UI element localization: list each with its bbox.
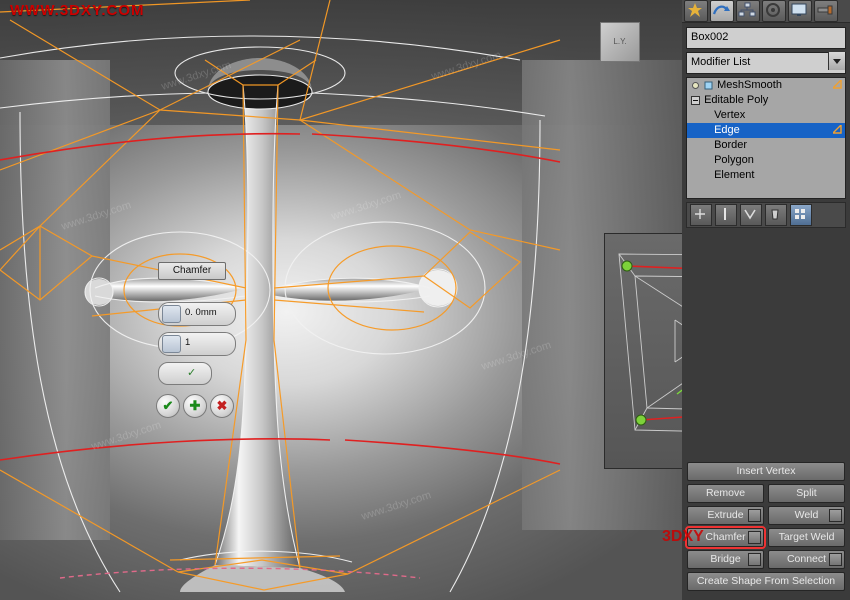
chamfer-open-toggle[interactable]: ✓ — [158, 362, 212, 385]
app-root: L.Y. WWW.3DXY.COM www.3dxy.com www.3dxy.… — [0, 0, 850, 600]
chamfer-settings-icon[interactable] — [748, 531, 761, 544]
chamfer-segments-value: 1 — [185, 337, 191, 348]
target-weld-label: Target Weld — [778, 531, 835, 543]
perspective-viewport[interactable]: L.Y. WWW.3DXY.COM www.3dxy.com www.3dxy.… — [0, 0, 682, 600]
extrude-label: Extrude — [707, 509, 744, 521]
extrude-weld-row: Extrude Weld — [687, 506, 845, 525]
stack-item-label: Vertex — [714, 109, 746, 121]
create-shape-from-selection-button[interactable]: Create Shape From Selection — [687, 572, 845, 591]
chamfer-segments-field[interactable]: 1 — [158, 332, 236, 356]
caddy-cancel-button[interactable]: ✖ — [210, 394, 234, 418]
meshsmooth-icon — [704, 78, 714, 93]
stack-subobject-border[interactable]: Border — [687, 138, 845, 153]
create-tab[interactable] — [684, 0, 708, 22]
caddy-apply-button[interactable]: ✚ — [183, 394, 207, 418]
stack-item-editable-poly[interactable]: Editable Poly — [687, 93, 845, 108]
chamfer-caddy[interactable]: Chamfer 0. 0mm 1 ✓ ✔ ✚ ✖ — [150, 262, 236, 422]
extrude-settings-icon[interactable] — [748, 509, 761, 522]
split-button[interactable]: Split — [768, 484, 845, 503]
model-wireframe — [0, 0, 561, 593]
configure-modifier-sets-button[interactable] — [790, 204, 812, 226]
stack-item-label: Editable Poly — [704, 94, 769, 106]
stack-toolbar[interactable] — [686, 202, 846, 228]
stack-subobject-polygon[interactable]: Polygon — [687, 153, 845, 168]
show-end-result-button[interactable] — [715, 204, 737, 226]
watermark-bottom: 3DXY — [662, 528, 704, 545]
caddy-title: Chamfer — [158, 262, 226, 280]
command-panel: Box002 Modifier List MeshSmooth Editable… — [682, 0, 850, 600]
caddy-ok-button[interactable]: ✔ — [156, 394, 180, 418]
stack-light-icon[interactable] — [691, 78, 701, 93]
modify-tab[interactable] — [710, 0, 734, 22]
weld-settings-icon[interactable] — [829, 509, 842, 522]
motion-tab[interactable] — [762, 0, 786, 22]
chamfer-amount-field[interactable]: 0. 0mm — [158, 302, 236, 326]
chamfer-label: Chamfer — [705, 531, 746, 543]
caddy-cancel-icon: ✖ — [216, 398, 228, 413]
amount-icon — [162, 305, 181, 323]
stack-subobject-element[interactable]: Element — [687, 168, 845, 183]
bridge-settings-icon[interactable] — [748, 553, 761, 566]
stack-item-label: Polygon — [714, 154, 754, 166]
open-smooth-check-icon: ✓ — [187, 367, 197, 379]
insert-vertex-row: Insert Vertex — [687, 462, 845, 481]
stack-item-label: Border — [714, 139, 748, 151]
remove-modifier-button[interactable] — [765, 204, 787, 226]
stack-item-label: Edge — [714, 124, 740, 136]
bridge-connect-row: Bridge Connect — [687, 550, 845, 569]
remove-button[interactable]: Remove — [687, 484, 764, 503]
remove-split-row: Remove Split — [687, 484, 845, 503]
pin-stack-button[interactable] — [690, 204, 712, 226]
chevron-down-icon[interactable] — [828, 52, 845, 70]
connect-button[interactable]: Connect — [768, 550, 845, 569]
caddy-ok-icon: ✔ — [162, 398, 174, 413]
chamfer-targetweld-row: Chamfer Target Weld — [685, 526, 845, 549]
modifier-stack[interactable]: MeshSmooth Editable Poly Vertex Edge Bor… — [686, 77, 846, 199]
create-shape-row: Create Shape From Selection — [687, 572, 845, 591]
stack-item-label: Element — [714, 169, 755, 181]
caddy-apply-icon: ✚ — [189, 398, 201, 413]
modifier-list-label: Modifier List — [691, 56, 751, 68]
insert-vertex-button[interactable]: Insert Vertex — [687, 462, 845, 481]
stack-item-meshsmooth[interactable]: MeshSmooth — [687, 78, 845, 93]
command-panel-tabbar[interactable] — [682, 0, 850, 23]
object-name-field[interactable]: Box002 — [686, 27, 846, 49]
chamfer-amount-value: 0. 0mm — [185, 307, 217, 318]
bridge-label: Bridge — [710, 553, 741, 565]
viewcube-icon[interactable]: L.Y. — [600, 22, 640, 62]
weld-label: Weld — [794, 509, 819, 521]
stack-subobject-vertex[interactable]: Vertex — [687, 108, 845, 123]
bridge-button[interactable]: Bridge — [687, 550, 764, 569]
target-weld-button[interactable]: Target Weld — [768, 528, 845, 547]
modifier-list-dropdown[interactable]: Modifier List — [686, 52, 846, 74]
extrude-button[interactable]: Extrude — [687, 506, 764, 525]
segments-icon — [162, 335, 181, 353]
panel-empty-area — [686, 231, 846, 459]
viewcube-label: L.Y. — [613, 37, 627, 46]
make-unique-button[interactable] — [740, 204, 762, 226]
expand-collapse-icon[interactable] — [691, 93, 701, 108]
connect-label: Connect — [786, 553, 827, 565]
utilities-tab[interactable] — [814, 0, 838, 22]
stack-subobject-edge[interactable]: Edge — [687, 123, 845, 138]
hierarchy-tab[interactable] — [736, 0, 760, 22]
watermark-top: WWW.3DXY.COM — [10, 2, 145, 19]
weld-button[interactable]: Weld — [768, 506, 845, 525]
connect-settings-icon[interactable] — [829, 553, 842, 566]
stack-item-label: MeshSmooth — [717, 79, 782, 91]
display-tab[interactable] — [788, 0, 812, 22]
